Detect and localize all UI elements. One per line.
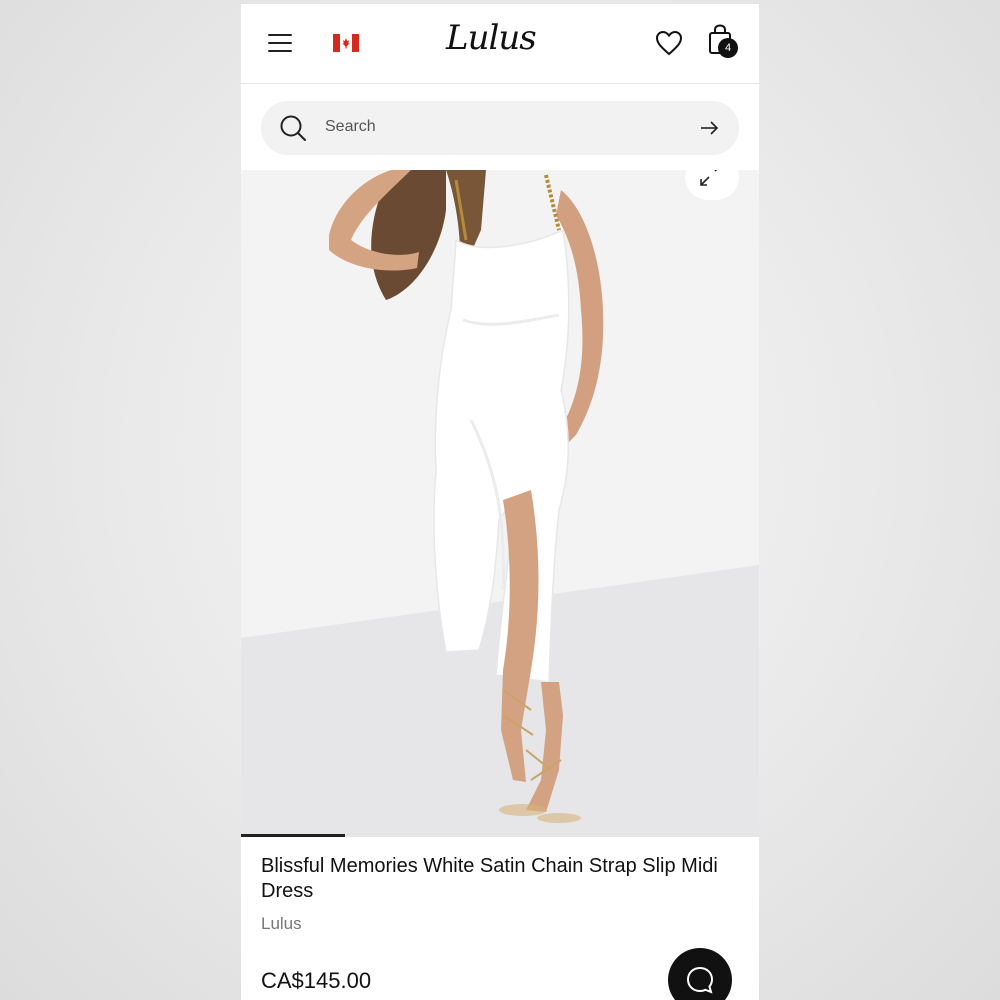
search-bar[interactable]: Search xyxy=(261,101,739,155)
expand-image-button[interactable] xyxy=(685,170,739,200)
lulus-logo[interactable]: Lulus xyxy=(446,18,556,68)
cart-count-badge: 4 xyxy=(718,38,738,58)
chat-button[interactable] xyxy=(668,948,732,1000)
arrow-right-icon[interactable] xyxy=(699,118,721,138)
product-brand[interactable]: Lulus xyxy=(261,914,302,934)
logo-text: Lulus xyxy=(446,18,537,58)
product-price: CA$145.00 xyxy=(261,968,372,993)
search-icon[interactable] xyxy=(279,114,307,142)
chat-bubble-icon xyxy=(686,966,714,994)
expand-arrows-icon xyxy=(700,170,718,186)
site-header: Lulus 4 xyxy=(241,4,759,84)
heart-icon[interactable] xyxy=(655,30,683,56)
hamburger-menu-icon[interactable] xyxy=(268,33,294,53)
gallery-progress-bar xyxy=(241,834,759,837)
product-title: Blissful Memories White Satin Chain Stra… xyxy=(261,855,718,902)
gallery-progress-fill xyxy=(241,834,345,837)
mobile-page: Lulus 4 Search Blissful Memories White S… xyxy=(241,4,759,1000)
model-photo xyxy=(241,170,759,836)
product-image[interactable] xyxy=(241,170,759,836)
canada-flag-icon[interactable] xyxy=(333,34,359,52)
search-input[interactable]: Search xyxy=(325,118,376,136)
